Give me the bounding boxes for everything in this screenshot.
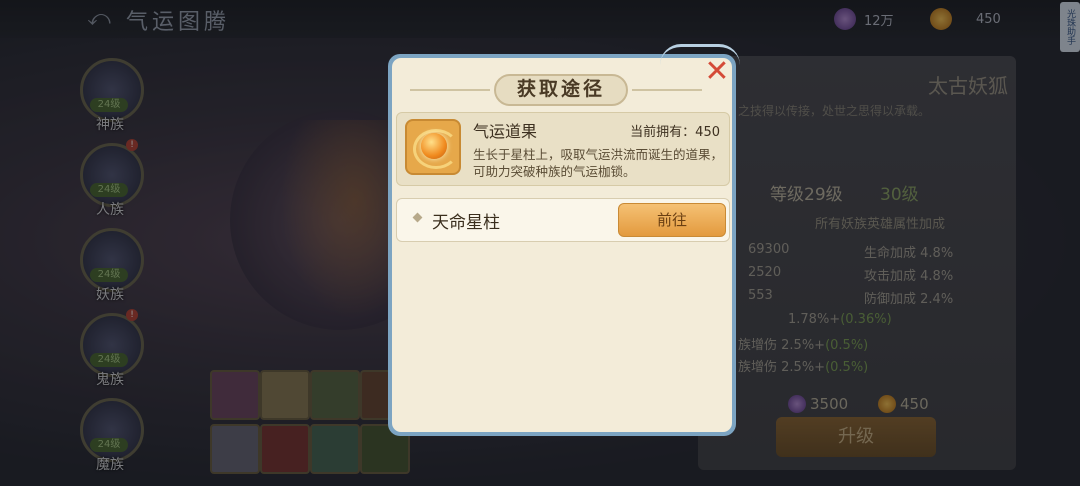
- route-name: 天命星柱: [432, 213, 500, 233]
- item-description: 生长于星柱上，吸取气运洪流而诞生的道果，可助力突破种族的气运枷锁。: [473, 147, 724, 179]
- item-name: 气运道果: [473, 122, 538, 141]
- fruit-orb: [421, 133, 447, 159]
- owned-count: 当前拥有：450: [616, 121, 720, 140]
- owned-value: 450: [695, 125, 720, 140]
- fortune-fruit-icon: [405, 119, 461, 175]
- go-button[interactable]: 前往: [618, 203, 726, 237]
- title-divider-right: [632, 89, 702, 91]
- title-divider-left: [410, 89, 490, 91]
- dialog-title: 获取途径: [516, 78, 605, 100]
- owned-label: 当前拥有：: [630, 125, 696, 140]
- close-x-icon[interactable]: ✕: [702, 57, 732, 87]
